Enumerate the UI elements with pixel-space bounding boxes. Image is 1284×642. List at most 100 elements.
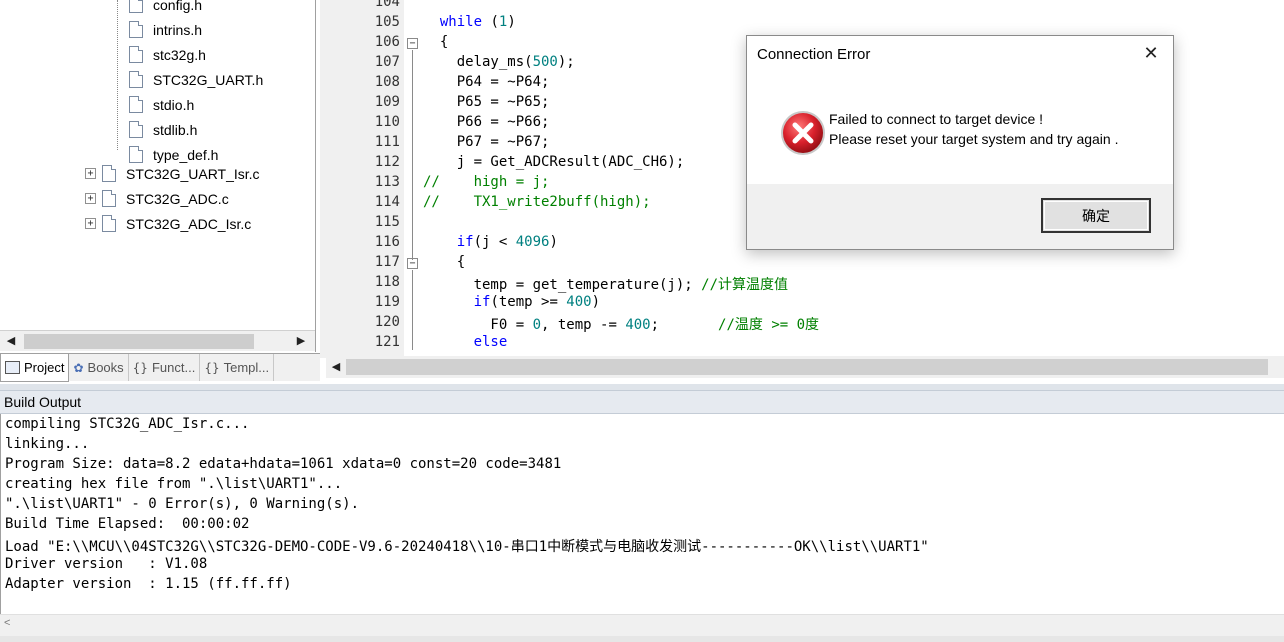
code-line[interactable]: if(temp >= 400) (423, 294, 600, 310)
tree-item-header-file[interactable]: stc32g.h (129, 42, 206, 67)
code-line[interactable]: if(j < 4096) (423, 234, 558, 250)
code-number: 400 (566, 294, 592, 310)
line-number: 120 (374, 314, 400, 330)
connection-error-dialog: Connection Error ✕ Failed to connect to … (746, 35, 1174, 250)
code-line[interactable]: while (1) (423, 14, 516, 30)
build-output-title: Build Output (4, 394, 82, 410)
build-output-console[interactable]: compiling STC32G_ADC_Isr.c... linking... P… (0, 414, 1284, 614)
source-file-icon (102, 215, 116, 232)
editor-splitter[interactable] (320, 0, 330, 358)
line-number: 119 (374, 294, 400, 310)
code-comment: //温度 >= 0度 (718, 317, 820, 333)
line-number: 115 (374, 214, 400, 230)
line-number: 112 (374, 154, 400, 170)
code-line[interactable]: // TX1_write2buff(high); (423, 194, 651, 210)
editor-horizontal-scrollbar[interactable]: ◀ (326, 356, 1284, 378)
dialog-footer: 确定 (747, 184, 1173, 249)
code-comment: // high = j; (423, 174, 550, 190)
code-keyword: while (439, 14, 483, 30)
code-text: P67 = ~P67; (423, 134, 550, 150)
collapse-icon[interactable]: − (407, 38, 418, 49)
code-line[interactable]: j = Get_ADCResult(ADC_CH6); (423, 154, 685, 170)
code-text: temp = get_temperature(j); (423, 277, 702, 293)
code-line[interactable]: P67 = ~P67; (423, 134, 550, 150)
tab-books[interactable]: ✿ Books (69, 354, 129, 381)
code-line[interactable]: temp = get_temperature(j); //计算温度值 (423, 274, 788, 294)
code-text: { (423, 254, 466, 270)
file-name: STC32G_UART.h (153, 71, 264, 88)
project-horizontal-scrollbar[interactable]: ◀ ▶ (0, 330, 315, 351)
code-line[interactable]: { (423, 34, 448, 50)
tree-item-header-file[interactable]: stdlib.h (129, 117, 197, 142)
code-line[interactable]: // high = j; (423, 174, 549, 190)
code-text: ) (507, 14, 516, 30)
error-message-line-2: Please reset your target system and try … (829, 131, 1119, 147)
tree-item-source-file[interactable]: + STC32G_ADC_Isr.c (85, 211, 251, 236)
tab-label: Funct... (151, 360, 196, 375)
output-line: Program Size: data=8.2 edata+hdata=1061 … (5, 456, 562, 472)
output-line: Load "E:\\MCU\\04STC32G\\STC32G-DEMO-COD… (5, 539, 929, 555)
source-file-icon (102, 190, 116, 207)
tab-project[interactable]: Project (0, 354, 70, 382)
tree-item-source-file[interactable]: + STC32G_ADC.c (85, 186, 229, 211)
code-text: P66 = ~P66; (423, 114, 550, 130)
code-keyword: if (473, 294, 491, 310)
close-icon[interactable]: ✕ (1141, 44, 1161, 64)
tab-templates[interactable]: {} Templ... (200, 354, 275, 381)
fold-guide-line (412, 50, 413, 260)
output-line: compiling STC32G_ADC_Isr.c... (5, 416, 250, 432)
code-text: ) (549, 234, 558, 250)
tree-item-source-file[interactable]: + STC32G_UART_Isr.c (85, 161, 260, 186)
tree-item-header-file[interactable]: stdio.h (129, 92, 194, 117)
source-file-icon (102, 165, 116, 182)
tree-item-header-file[interactable]: config.h (129, 0, 202, 17)
tab-functions[interactable]: {} Funct... (129, 354, 201, 381)
expand-icon[interactable]: + (85, 168, 96, 179)
code-text: (j < (473, 234, 516, 250)
code-text: F0 = (423, 317, 533, 333)
code-line[interactable]: P66 = ~P66; (423, 114, 550, 130)
code-line[interactable]: F0 = 0, temp -= 400; //温度 >= 0度 (423, 314, 819, 334)
header-file-icon (129, 0, 143, 13)
line-number: 104 (374, 0, 400, 10)
tree-item-header-file[interactable]: intrins.h (129, 17, 202, 42)
scroll-thumb[interactable] (346, 359, 1268, 375)
file-name: STC32G_UART_Isr.c (126, 165, 260, 182)
scroll-left-arrow-icon[interactable]: ◀ (2, 333, 20, 350)
expand-icon[interactable]: + (85, 193, 96, 204)
code-line[interactable]: { (423, 254, 465, 270)
scroll-left-arrow-icon[interactable]: ◀ (328, 358, 344, 376)
line-number: 114 (374, 194, 400, 210)
project-pane: config.h intrins.h stc32g.h STC32G_UART.hst… (0, 0, 316, 352)
code-text: , temp -= (541, 317, 626, 333)
line-number-gutter: 104 105 106 107 108 109 110 111 112 113 114 115 116 1… (330, 0, 404, 356)
scroll-left-arrow-icon[interactable]: < (4, 617, 10, 629)
output-line: ".\list\UART1" - 0 Error(s), 0 Warning(s… (5, 496, 360, 512)
output-line: creating hex file from ".\list\UART1"... (5, 476, 343, 492)
file-name: stdio.h (153, 96, 195, 113)
scroll-thumb[interactable] (24, 334, 254, 349)
project-window-icon (5, 361, 20, 374)
code-line[interactable]: P64 = ~P64; (423, 74, 550, 90)
code-line[interactable]: else (423, 334, 508, 350)
expand-icon[interactable]: + (85, 218, 96, 229)
code-line[interactable]: P65 = ~P65; (423, 94, 550, 110)
file-name: stdlib.h (153, 121, 198, 138)
code-text: P64 = ~P64; (423, 74, 550, 90)
scroll-right-arrow-icon[interactable]: ▶ (292, 333, 310, 350)
code-keyword: else (473, 334, 508, 350)
code-text: ; (650, 317, 719, 333)
fold-guide-line (412, 270, 413, 350)
code-number: 400 (625, 317, 651, 333)
code-line[interactable]: delay_ms(500); (423, 54, 575, 70)
build-output-horizontal-scrollbar[interactable]: < (0, 614, 1284, 636)
line-number: 106 (374, 34, 400, 50)
header-file-icon (129, 121, 143, 138)
file-name: stc32g.h (153, 46, 206, 63)
code-keyword: if (456, 234, 474, 250)
tree-item-header-file[interactable]: STC32G_UART.h (129, 67, 263, 92)
file-name: intrins.h (153, 21, 203, 38)
project-tabs: Project ✿ Books {} Funct... {} Templ... (0, 353, 320, 382)
ok-button[interactable]: 确定 (1041, 198, 1151, 233)
